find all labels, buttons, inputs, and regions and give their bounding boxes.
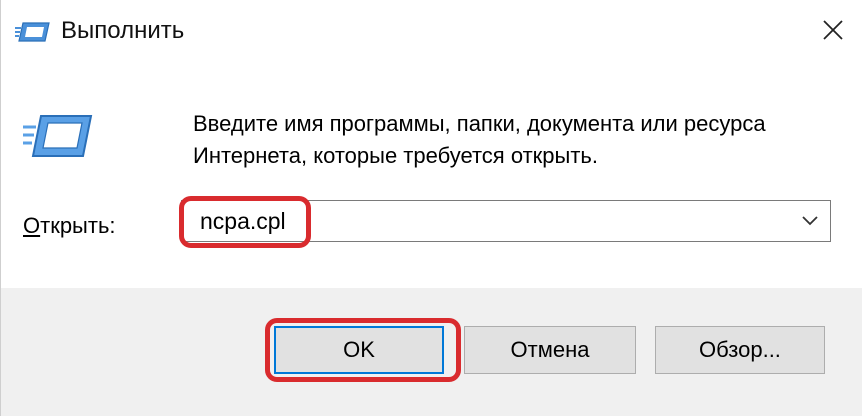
open-combobox-value[interactable]: ncpa.cpl (200, 207, 286, 235)
title-bar: Выполнить (1, 0, 862, 64)
instruction-text: Введите имя программы, папки, документа … (193, 111, 766, 168)
ok-button[interactable]: OK (274, 326, 444, 374)
close-icon (823, 20, 843, 40)
cancel-button[interactable]: Отмена (464, 326, 636, 374)
open-label-rest: ткрыть: (40, 213, 116, 238)
run-icon (15, 22, 50, 42)
run-icon (23, 115, 93, 157)
close-button[interactable] (803, 0, 862, 60)
dropdown-button[interactable] (790, 201, 830, 241)
window-title: Выполнить (61, 17, 185, 44)
open-label-accelerator: О (23, 213, 41, 238)
chevron-down-icon (802, 216, 818, 226)
open-label: Открыть: (23, 212, 116, 240)
browse-button[interactable]: Обзор... (655, 326, 825, 374)
dialog-body: Введите имя программы, папки, документа … (1, 64, 862, 288)
run-dialog: Выполнить Введите имя программы, папки, … (0, 0, 862, 416)
open-combobox[interactable]: ncpa.cpl (181, 200, 831, 242)
